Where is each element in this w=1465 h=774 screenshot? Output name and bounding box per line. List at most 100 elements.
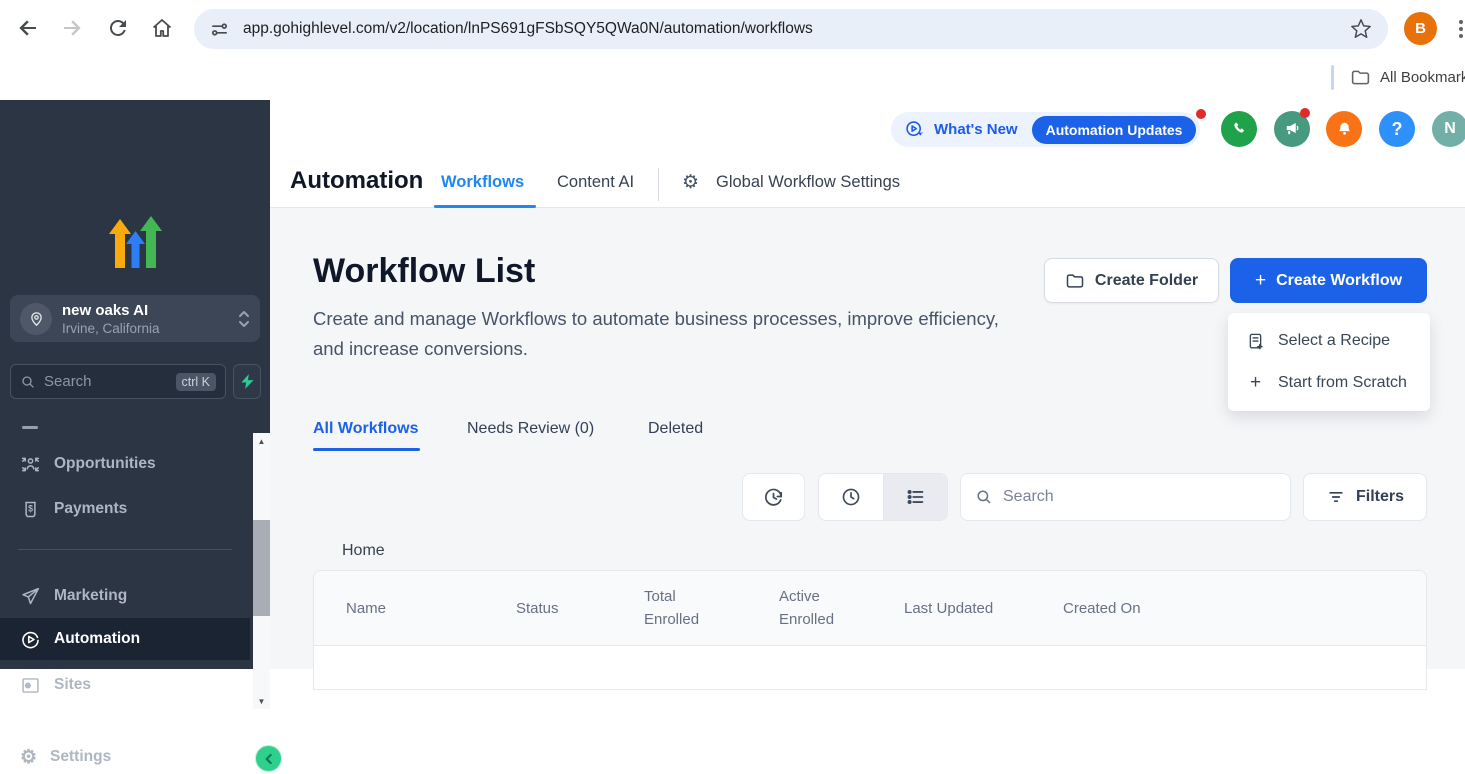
sidebar-item-opportunities[interactable]: Opportunities bbox=[0, 447, 250, 481]
svg-text:$: $ bbox=[28, 503, 33, 513]
workflow-list-subtitle: Create and manage Workflows to automate … bbox=[313, 304, 1023, 364]
gear-icon: ⚙ bbox=[682, 171, 699, 194]
execution-logs-button[interactable] bbox=[742, 473, 805, 521]
search-icon bbox=[975, 488, 993, 506]
location-switcher[interactable]: new oaks AI Irvine, California bbox=[10, 295, 260, 342]
all-bookmarks-button[interactable]: All Bookmarks bbox=[1350, 67, 1465, 88]
sidebar-item-label: Payments bbox=[54, 500, 127, 518]
sidebar-collapse-button[interactable] bbox=[255, 745, 282, 772]
column-header-created-on[interactable]: Created On bbox=[1063, 600, 1426, 617]
workflow-search[interactable] bbox=[960, 473, 1291, 521]
notifications-button[interactable] bbox=[1326, 111, 1362, 147]
filter-lines-icon bbox=[1326, 487, 1346, 507]
payments-icon: $ bbox=[20, 499, 41, 520]
create-folder-button[interactable]: Create Folder bbox=[1044, 258, 1219, 303]
question-mark-icon: ? bbox=[1392, 119, 1403, 140]
user-avatar[interactable]: N bbox=[1432, 111, 1465, 147]
location-info: new oaks AI Irvine, California bbox=[62, 302, 238, 336]
chevron-left-icon bbox=[261, 751, 277, 767]
global-workflow-settings-link[interactable]: Global Workflow Settings bbox=[716, 173, 900, 192]
user-avatar-initial: N bbox=[1444, 120, 1456, 138]
column-header-status[interactable]: Status bbox=[516, 600, 644, 617]
breadcrumb-home[interactable]: Home bbox=[342, 542, 385, 560]
scrollbar-thumb[interactable] bbox=[253, 520, 270, 616]
create-workflow-button[interactable]: + Create Workflow bbox=[1230, 258, 1427, 303]
forward-icon[interactable] bbox=[60, 16, 84, 40]
search-icon bbox=[20, 374, 36, 390]
tab-needs-review[interactable]: Needs Review (0) bbox=[467, 420, 594, 438]
create-folder-label: Create Folder bbox=[1095, 272, 1198, 290]
browser-profile-avatar[interactable]: B bbox=[1404, 12, 1437, 45]
home-icon[interactable] bbox=[150, 16, 174, 40]
filters-button[interactable]: Filters bbox=[1303, 473, 1427, 521]
time-view-toggle[interactable] bbox=[819, 474, 883, 520]
sidebar-item-marketing[interactable]: Marketing bbox=[0, 579, 250, 613]
plus-icon: + bbox=[1255, 270, 1266, 292]
address-bar[interactable]: app.gohighlevel.com/v2/location/lnPS691g… bbox=[194, 9, 1388, 49]
create-workflow-label: Create Workflow bbox=[1276, 272, 1402, 290]
partial-menu-item bbox=[22, 426, 38, 429]
location-name: new oaks AI bbox=[62, 302, 238, 319]
sidebar: new oaks AI Irvine, California ctrl K Op… bbox=[0, 100, 270, 669]
sidebar-item-label: Marketing bbox=[54, 587, 127, 605]
scroll-up-icon[interactable]: ▲ bbox=[253, 433, 270, 449]
column-header-total-enrolled[interactable]: Total Enrolled bbox=[644, 585, 779, 631]
workflows-table: Name Status Total Enrolled Active Enroll… bbox=[313, 570, 1427, 690]
history-clock-icon bbox=[762, 486, 785, 509]
scroll-down-icon[interactable]: ▼ bbox=[253, 693, 270, 709]
sites-icon bbox=[20, 675, 41, 696]
whats-new-icon bbox=[904, 119, 925, 140]
table-header-row: Name Status Total Enrolled Active Enroll… bbox=[314, 571, 1426, 646]
updates-notification-dot bbox=[1196, 109, 1206, 119]
sidebar-item-label: Sites bbox=[54, 676, 91, 694]
column-header-active-enrolled[interactable]: Active Enrolled bbox=[779, 585, 904, 631]
help-button[interactable]: ? bbox=[1379, 111, 1415, 147]
automation-play-icon bbox=[20, 629, 41, 650]
sidebar-item-sites[interactable]: Sites bbox=[0, 668, 250, 702]
site-settings-icon[interactable] bbox=[210, 20, 229, 39]
chevron-updown-icon bbox=[238, 309, 250, 329]
menu-item-select-recipe[interactable]: Select a Recipe bbox=[1228, 320, 1430, 362]
sidebar-scrollbar[interactable]: ▲ ▼ bbox=[253, 433, 270, 709]
phone-icon bbox=[1230, 120, 1248, 138]
view-toggle bbox=[818, 473, 948, 521]
list-view-toggle[interactable] bbox=[883, 474, 947, 520]
bookmark-star-icon[interactable] bbox=[1350, 18, 1372, 40]
sidebar-search-input[interactable] bbox=[44, 373, 176, 390]
whats-new-pill[interactable]: What's New Automation Updates bbox=[891, 112, 1200, 147]
location-pin-icon bbox=[20, 303, 52, 335]
bookmarks-separator bbox=[1331, 65, 1334, 90]
automation-updates-badge[interactable]: Automation Updates bbox=[1032, 116, 1197, 144]
bookmarks-bar: All Bookmarks bbox=[0, 56, 1465, 100]
announcements-notification-dot bbox=[1300, 108, 1310, 118]
page-title: Automation bbox=[290, 167, 423, 195]
workflow-search-input[interactable] bbox=[1003, 488, 1276, 506]
tab-deleted[interactable]: Deleted bbox=[648, 420, 703, 438]
whats-new-label: What's New bbox=[934, 121, 1018, 138]
tab-content-ai[interactable]: Content AI bbox=[557, 173, 634, 192]
active-list-tab-underline bbox=[313, 448, 420, 451]
menu-item-start-from-scratch[interactable]: + Start from Scratch bbox=[1228, 362, 1430, 404]
refresh-icon[interactable] bbox=[106, 16, 130, 40]
search-shortcut-badge: ctrl K bbox=[176, 373, 216, 391]
browser-menu-icon[interactable] bbox=[1458, 17, 1464, 41]
gohighlevel-logo-icon bbox=[104, 216, 166, 272]
opportunities-icon bbox=[20, 454, 41, 475]
quick-actions-button[interactable] bbox=[233, 364, 261, 399]
workflow-list-title: Workflow List bbox=[313, 252, 535, 291]
sidebar-item-payments[interactable]: $ Payments bbox=[0, 492, 250, 526]
tab-all-workflows[interactable]: All Workflows bbox=[313, 420, 419, 438]
tab-workflows[interactable]: Workflows bbox=[441, 173, 524, 192]
sidebar-search[interactable]: ctrl K bbox=[10, 364, 226, 399]
sidebar-item-label: Settings bbox=[50, 748, 111, 766]
back-icon[interactable] bbox=[16, 16, 40, 40]
column-header-name[interactable]: Name bbox=[314, 600, 516, 617]
sidebar-item-automation[interactable]: Automation bbox=[0, 618, 250, 660]
column-header-last-updated[interactable]: Last Updated bbox=[904, 600, 1063, 617]
sidebar-item-label: Opportunities bbox=[54, 455, 156, 473]
sidebar-item-settings[interactable]: ⚙ Settings bbox=[0, 740, 250, 774]
gear-icon: ⚙ bbox=[20, 746, 37, 769]
phone-button[interactable] bbox=[1221, 111, 1257, 147]
browser-toolbar: app.gohighlevel.com/v2/location/lnPS691g… bbox=[0, 0, 1465, 56]
header-divider bbox=[658, 168, 659, 201]
